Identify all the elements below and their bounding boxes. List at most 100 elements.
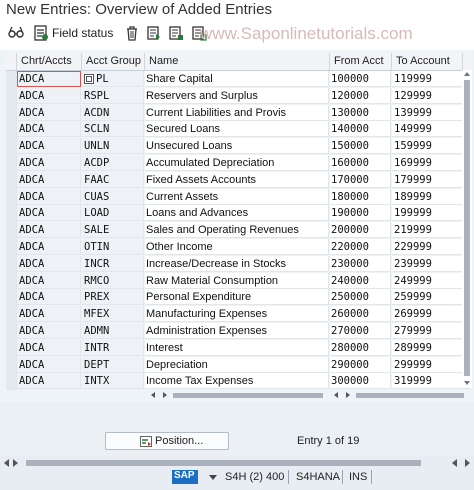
cell-name[interactable]: Accumulated Depreciation — [145, 155, 329, 171]
cell-chrt-accts[interactable]: ADCA — [17, 71, 81, 87]
table-horizontal-scrollbar-left[interactable] — [147, 388, 327, 400]
row-selector[interactable] — [6, 104, 17, 122]
cell-from-acct[interactable]: 190000 — [330, 205, 391, 222]
cell-to-account[interactable]: 219999 — [392, 222, 470, 239]
cell-acct-group[interactable]: CUAS — [82, 188, 144, 205]
deselect-all-icon[interactable] — [191, 25, 207, 41]
table-row[interactable]: ADCA INCR Increase/Decrease in Stocks 23000… — [0, 255, 474, 273]
cell-acct-group[interactable]: ACDN — [82, 104, 144, 121]
cell-name[interactable]: Interest — [145, 339, 329, 356]
cell-name[interactable]: Other Income — [145, 239, 329, 255]
table-settings-header[interactable] — [463, 53, 472, 71]
cell-to-account[interactable]: 199999 — [392, 205, 470, 222]
table-row[interactable]: ADCA INTR Interest 280000 289999 — [0, 339, 474, 357]
cell-from-acct[interactable]: 290000 — [330, 356, 391, 373]
cell-acct-group[interactable]: PREX — [82, 289, 144, 306]
cell-acct-group[interactable]: RSPL — [82, 87, 144, 104]
table-row[interactable]: ADCA ACDN Current Liabilities and Provis 13… — [0, 104, 474, 122]
table-row[interactable]: ADCA ACDP Accumulated Depreciation 160000 16… — [0, 155, 474, 172]
row-selector[interactable] — [6, 71, 17, 88]
table-row[interactable]: ADCA SALE Sales and Operating Revenues 2000… — [0, 222, 474, 240]
cell-to-account[interactable]: 149999 — [392, 121, 470, 138]
cell-from-acct[interactable]: 230000 — [330, 255, 391, 272]
row-selector[interactable] — [6, 188, 17, 206]
row-selector[interactable] — [6, 356, 17, 374]
select-all-icon[interactable] — [168, 25, 184, 41]
cell-acct-group[interactable]: FAAC — [82, 171, 144, 188]
row-selector[interactable] — [6, 138, 17, 156]
cell-acct-group[interactable]: LOAD — [82, 205, 144, 222]
glasses-display-change-icon[interactable] — [8, 25, 24, 41]
cell-chrt-accts[interactable]: ADCA — [17, 289, 81, 306]
cell-name[interactable]: Reservers and Surplus — [145, 87, 329, 104]
cell-name[interactable]: Manufacturing Expenses — [145, 306, 329, 323]
cell-from-acct[interactable]: 170000 — [330, 171, 391, 188]
cell-chrt-accts[interactable]: ADCA — [17, 272, 81, 289]
cell-from-acct[interactable]: 280000 — [330, 339, 391, 356]
table-horizontal-scrollbar-right[interactable] — [330, 388, 470, 400]
cell-to-account[interactable]: 259999 — [392, 289, 470, 306]
row-selector[interactable] — [6, 87, 17, 105]
column-header-chrt-accts[interactable]: Chrt/Accts — [17, 53, 82, 71]
column-header-acct-group[interactable]: Acct Group — [82, 53, 145, 71]
row-selector[interactable] — [6, 339, 17, 357]
cell-to-account[interactable]: 299999 — [392, 356, 470, 373]
row-selector[interactable] — [6, 222, 17, 240]
cell-name[interactable]: Personal Expenditure — [145, 289, 329, 306]
cell-chrt-accts[interactable]: ADCA — [17, 104, 81, 121]
row-selector[interactable] — [6, 272, 17, 290]
row-selector[interactable] — [6, 155, 17, 172]
column-header-from-acct[interactable]: From Acct — [330, 53, 392, 71]
cell-from-acct[interactable]: 240000 — [330, 272, 391, 289]
column-header-to-account[interactable]: To Account — [392, 53, 463, 71]
cell-chrt-accts[interactable]: ADCA — [17, 188, 81, 205]
cell-from-acct[interactable]: 260000 — [330, 306, 391, 323]
cell-name[interactable]: Sales and Operating Revenues — [145, 222, 329, 239]
cell-from-acct[interactable]: 300000 — [330, 373, 391, 390]
cell-from-acct[interactable]: 220000 — [330, 239, 391, 255]
cell-chrt-accts[interactable]: ADCA — [17, 138, 81, 155]
field-status-button[interactable]: Field status — [52, 26, 113, 40]
cell-from-acct[interactable]: 270000 — [330, 323, 391, 339]
table-row[interactable]: ADCA RMCO Raw Material Consumption 240000 24… — [0, 272, 474, 290]
cell-name[interactable]: Current Liabilities and Provis — [145, 104, 329, 121]
table-row[interactable]: ADCA RSPL Reservers and Surplus 120000 12999… — [0, 87, 474, 105]
cell-to-account[interactable]: 119999 — [392, 71, 470, 87]
cell-to-account[interactable]: 269999 — [392, 306, 470, 323]
row-selector[interactable] — [6, 289, 17, 307]
cell-to-account[interactable]: 169999 — [392, 155, 470, 171]
cell-chrt-accts[interactable]: ADCA — [17, 87, 81, 104]
cell-from-acct[interactable]: 120000 — [330, 87, 391, 104]
cell-from-acct[interactable]: 140000 — [330, 121, 391, 138]
vertical-scrollbar[interactable] — [462, 70, 472, 388]
cell-name[interactable]: Increase/Decrease in Stocks — [145, 255, 329, 272]
column-header-name[interactable]: Name — [145, 53, 330, 71]
delete-trash-icon[interactable] — [124, 25, 140, 41]
cell-acct-group[interactable]: ADMN — [82, 323, 144, 339]
cell-chrt-accts[interactable]: ADCA — [17, 155, 81, 171]
cell-name[interactable]: Income Tax Expenses — [145, 373, 329, 390]
cell-chrt-accts[interactable]: ADCA — [17, 222, 81, 239]
table-row[interactable]: ADCA LOAD Loans and Advances 190000 199999 — [0, 205, 474, 223]
table-row[interactable]: ADCA FAAC Fixed Assets Accounts 170000 17999… — [0, 171, 474, 189]
cell-from-acct[interactable]: 200000 — [330, 222, 391, 239]
cell-to-account[interactable]: 129999 — [392, 87, 470, 104]
row-selector[interactable] — [6, 239, 17, 256]
table-row[interactable]: ADCA MFEX Manufacturing Expenses 260000 2699… — [0, 306, 474, 324]
cell-from-acct[interactable]: 130000 — [330, 104, 391, 121]
cell-to-account[interactable]: 159999 — [392, 138, 470, 155]
cell-from-acct[interactable]: 160000 — [330, 155, 391, 171]
cell-from-acct[interactable]: 150000 — [330, 138, 391, 155]
cell-chrt-accts[interactable]: ADCA — [17, 373, 81, 390]
row-selector[interactable] — [6, 205, 17, 223]
cell-chrt-accts[interactable]: ADCA — [17, 323, 81, 339]
cell-chrt-accts[interactable]: ADCA — [17, 306, 81, 323]
row-selector[interactable] — [6, 171, 17, 189]
field-status-icon[interactable] — [33, 25, 49, 41]
table-row[interactable]: ADCA PREX Personal Expenditure 250000 259999 — [0, 289, 474, 307]
cell-acct-group[interactable]: ACDP — [82, 155, 144, 171]
cell-name[interactable]: Depreciation — [145, 356, 329, 373]
cell-acct-group[interactable]: SCLN — [82, 121, 144, 138]
cell-name[interactable]: Share Capital — [145, 71, 329, 87]
cell-acct-group[interactable]: INTR — [82, 339, 144, 356]
